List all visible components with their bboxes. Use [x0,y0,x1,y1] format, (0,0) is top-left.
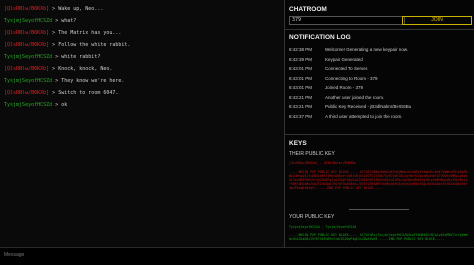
join-button[interactable]: JOIN [402,16,472,25]
log-time: 8:42:38 PM [289,47,313,52]
chat-message-nick: TysjmjSeyofHCSZd [4,54,53,60]
chat-message-text: > white rabbit? [55,54,101,60]
chat-message-text: > Knock, knock, Neo. [52,66,113,72]
chat-message: TysjmjSeyofHCSZd > ok [4,102,67,109]
chat-panel: [QlsRNlw/B6KXb] > Wake up, Neo... TysjmjS… [0,0,285,247]
log-time: 8:43:21 PM [289,104,313,109]
your-public-key-label: YOUR PUBLIC KEY [289,214,335,220]
chat-message: TysjmjSeyofHCSZd > They know we're here. [4,78,124,85]
log-text: Connected To Server. [325,66,369,71]
log-text: Connecting to Room - 379 [325,75,378,81]
log-entry: 8:43:37 PM A third user attempted to join… [289,114,403,120]
their-public-key: -----BEGIN PGP PUBLIC KEY BLOCK----- KC7… [289,170,468,190]
log-entry: 8:43:21 PM Another user joined the room. [289,95,384,101]
chat-message-text: > what? [55,18,77,24]
your-public-key: -----BEGIN PGP PUBLIC KEY BLOCK----- KC7… [289,233,468,241]
keys-title: KEYS [289,140,307,147]
log-entry: 8:42:39 PM Keypair Generated [289,57,363,63]
room-input[interactable]: 379 [289,16,405,25]
chat-message-nick: TysjmjSeyofHCSZd [4,102,53,108]
their-key-id: [QlsRNlw/B6KXb] - jB3dlNalmr/BHG6Bu [289,161,357,165]
chat-message: [QlsRNlw/B6KXb] > Wake up, Neo... [4,6,103,13]
chatroom-title: CHATROOM [289,6,327,13]
key-separator [349,209,409,210]
log-text: A third user attempted to join the room. [325,113,403,119]
log-time: 8:43:37 PM [289,113,313,119]
chat-message-text: > The Matrix has you... [52,30,122,36]
notification-log-title: NOTIFICATION LOG [289,34,351,41]
log-time: 8:43:21 PM [289,94,313,100]
log-entry: 8:43:01 PM Joined Room - 379 [289,85,363,91]
log-time: 8:43:01 PM [289,75,313,81]
log-text: Welcome! Generating a new keypair now. [325,47,408,52]
chat-message: [QlsRNlw/B6KXb] > The Matrix has you... [4,30,121,37]
log-entry: 8:42:38 PM Welcome! Generating a new keyp… [289,47,408,53]
chat-message-text: > They know we're here. [55,78,125,84]
chat-message-text: > ok [55,102,68,108]
log-text: Joined Room - 379 [325,85,364,90]
chat-message-nick: [QlsRNlw/B6KXb] [4,30,50,36]
message-input[interactable]: Message [4,252,24,258]
chat-message-nick: [QlsRNlw/B6KXb] [4,6,50,12]
log-entry: 8:43:01 PM Connecting to Room - 379 [289,76,378,82]
divider [285,29,474,30]
your-key-id: TysjmjSeyofHCSZd - TysjmjSeyofHCSZd [289,225,357,229]
log-time: 8:42:39 PM [289,56,313,62]
chat-message-nick: [QlsRNlw/B6KXb] [4,42,50,48]
chat-message: [QlsRNlw/B6KXb] > Follow the white rabbi… [4,42,130,49]
log-entry: 8:43:01 PM Connected To Server. [289,66,368,72]
log-time: 8:43:01 PM [289,66,313,71]
log-text: Public Key Received - jB3dlNalmr/BHG6Bu [325,104,412,109]
chat-message-text: > Follow the white rabbit. [52,42,131,48]
chat-message-text: > Wake up, Neo... [52,6,104,12]
chat-message: TysjmjSeyofHCSZd > white rabbit? [4,54,100,61]
chat-message-nick: TysjmjSeyofHCSZd [4,78,53,84]
their-public-key-label: THEIR PUBLIC KEY [289,151,335,157]
message-bar: Message [0,247,474,265]
log-text: Another user joined the room. [325,94,385,100]
log-time: 8:43:01 PM [289,85,313,90]
chat-message-nick: [QlsRNlw/B6KXb] [4,66,50,72]
chat-message: [QlsRNlw/B6KXb] > Switch to room 6047. [4,90,118,97]
chat-message-text: > Switch to room 6047. [52,90,119,96]
divider [285,134,474,135]
log-text: Keypair Generated [325,56,363,62]
chat-message-nick: [QlsRNlw/B6KXb] [4,90,50,96]
sidebar-panel: CHATROOM 379 JOIN NOTIFICATION LOG 8:42:… [285,0,474,247]
chat-message: [QlsRNlw/B6KXb] > Knock, knock, Neo. [4,66,112,73]
chat-message-nick: TysjmjSeyofHCSZd [4,18,53,24]
log-entry: 8:43:21 PM Public Key Received - jB3dlNal… [289,104,411,110]
chat-message: TysjmjSeyofHCSZd > what? [4,18,76,25]
